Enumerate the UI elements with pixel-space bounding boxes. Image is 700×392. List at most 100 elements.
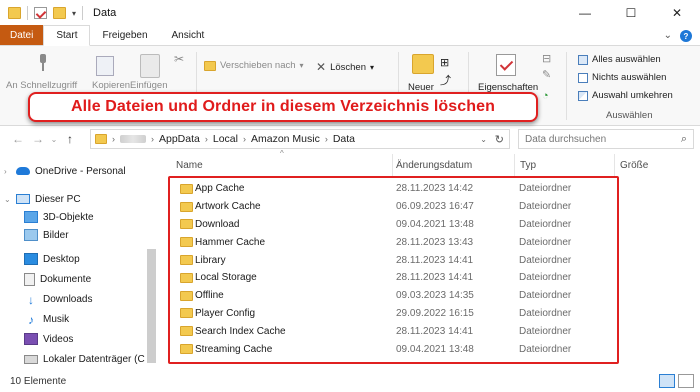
breadcrumb-segment[interactable]: Amazon Music <box>251 133 320 145</box>
address-bar[interactable]: › › AppData › Local › Amazon Music › Dat… <box>90 129 510 149</box>
nav-item-documents[interactable]: Dokumente <box>24 270 91 288</box>
breadcrumb-segment[interactable]: AppData <box>159 133 200 145</box>
blurred-user-segment <box>120 135 146 143</box>
chevron-down-icon[interactable]: ⌄ <box>4 195 16 204</box>
nav-scrollbar[interactable] <box>147 249 156 363</box>
nav-item-downloads[interactable]: ↓ Downloads <box>24 290 92 308</box>
column-divider[interactable] <box>514 154 515 176</box>
chevron-down-icon[interactable]: ⌄ <box>664 30 672 42</box>
nav-item-label: Dokumente <box>40 273 92 285</box>
new-item-icon[interactable]: ⊞ <box>440 56 449 69</box>
file-date: 29.09.2022 16:15 <box>396 307 474 319</box>
help-icon[interactable]: ? <box>680 30 692 42</box>
tab-file[interactable]: Datei <box>0 25 44 45</box>
delete-button[interactable]: ✕ Löschen ▾ <box>316 60 374 74</box>
chevron-down-icon[interactable]: ⌄ <box>480 135 487 144</box>
nav-item-local-drive[interactable]: Lokaler Datenträger (C <box>24 350 145 368</box>
maximize-button[interactable]: ☐ <box>608 0 654 26</box>
chevron-right-icon[interactable]: › <box>4 167 16 176</box>
recent-chevron-icon[interactable]: ⌄ <box>48 135 60 144</box>
file-name: Search Index Cache <box>195 325 286 337</box>
paste-button[interactable]: Einfügen <box>130 80 168 91</box>
file-name: Streaming Cache <box>195 343 273 355</box>
forward-arrow-icon[interactable]: → <box>28 132 48 146</box>
table-row[interactable]: Streaming Cache 09.04.2021 13:48 Dateior… <box>162 340 602 358</box>
folder-icon <box>180 237 193 248</box>
column-divider[interactable] <box>614 154 615 176</box>
nav-item-videos[interactable]: Videos <box>24 330 73 348</box>
tab-start[interactable]: Start <box>43 25 91 46</box>
nav-item-label: Bilder <box>43 229 69 241</box>
details-view-icon[interactable] <box>659 374 675 388</box>
file-date: 28.11.2023 14:41 <box>396 272 474 284</box>
scissors-icon[interactable]: ✂ <box>174 52 184 66</box>
edit-icon[interactable]: ✎ <box>542 68 551 81</box>
tab-view[interactable]: Ansicht <box>160 25 217 45</box>
select-none-label: Nichts auswählen <box>592 72 667 83</box>
column-header-name[interactable]: Name <box>176 156 203 174</box>
nav-item-3d-objects[interactable]: 3D-Objekte <box>24 208 94 226</box>
file-name: App Cache <box>195 183 245 195</box>
table-row[interactable]: Artwork Cache 06.09.2023 16:47 Dateiordn… <box>162 198 602 216</box>
pin-quick-access-button[interactable]: An Schnellzugriff <box>6 80 77 91</box>
select-none-icon <box>578 72 588 83</box>
music-icon: ♪ <box>28 313 34 327</box>
ribbon-right-controls: ⌄ ? <box>664 30 692 42</box>
divider <box>27 6 28 20</box>
nav-item-pictures[interactable]: Bilder <box>24 226 69 244</box>
table-row[interactable]: App Cache 28.11.2023 14:42 Dateiordner <box>162 180 602 198</box>
select-all-button[interactable]: Alles auswählen <box>578 54 661 65</box>
table-row[interactable]: Library 28.11.2023 14:41 Dateiordner <box>162 251 602 269</box>
invert-selection-button[interactable]: Auswahl umkehren <box>578 90 673 101</box>
refresh-icon[interactable]: ↻ <box>495 133 504 146</box>
table-row[interactable]: Offline 09.03.2023 14:35 Dateiordner <box>162 287 602 305</box>
breadcrumb-segment[interactable]: Local <box>213 133 238 145</box>
paste-icon <box>140 54 160 78</box>
breadcrumb-segment[interactable]: Data <box>333 133 355 145</box>
nav-item-desktop[interactable]: Desktop <box>24 250 80 268</box>
up-arrow-icon[interactable]: ↑ <box>60 132 80 146</box>
large-icons-view-icon[interactable] <box>678 374 694 388</box>
folder-icon[interactable] <box>8 7 21 19</box>
search-placeholder: Data durchsuchen <box>525 133 607 145</box>
column-header-size[interactable]: Größe <box>620 156 648 174</box>
folder-icon <box>180 344 193 355</box>
file-date: 28.11.2023 13:43 <box>396 236 474 248</box>
file-name: Artwork Cache <box>195 201 261 213</box>
column-header-type[interactable]: Typ <box>520 156 536 174</box>
move-to-button[interactable]: Verschieben nach ▾ <box>204 60 304 71</box>
nav-item-label: Dieser PC <box>35 193 81 205</box>
table-row[interactable]: Download 09.04.2021 13:48 Dateiordner <box>162 216 602 234</box>
folder-icon <box>180 272 193 283</box>
folder-icon <box>180 183 193 194</box>
documents-icon <box>24 272 35 286</box>
table-row[interactable]: Local Storage 28.11.2023 14:41 Dateiordn… <box>162 269 602 287</box>
chevron-right-icon: › <box>242 134 246 144</box>
quick-access-toolbar: ▾ <box>0 6 84 20</box>
nav-item-this-pc[interactable]: ⌄ Dieser PC <box>4 190 81 208</box>
divider <box>566 52 567 120</box>
history-icon[interactable]: ◔ <box>542 90 549 102</box>
copy-button[interactable]: Kopieren <box>92 80 130 91</box>
column-divider[interactable] <box>392 154 393 176</box>
select-all-label: Alles auswählen <box>592 54 661 65</box>
table-row[interactable]: Player Config 29.09.2022 16:15 Dateiordn… <box>162 305 602 323</box>
nav-item-onedrive[interactable]: › OneDrive - Personal <box>4 162 126 180</box>
new-folder-icon[interactable] <box>53 7 66 19</box>
search-input[interactable]: Data durchsuchen ⌕ <box>518 129 694 149</box>
column-header-date[interactable]: Änderungsdatum <box>396 156 472 174</box>
file-name: Offline <box>195 290 224 302</box>
file-list-pane: ^ Name Änderungsdatum Typ Größe App Cach… <box>162 149 700 370</box>
open-icon[interactable]: ⊟ <box>542 52 551 65</box>
table-row[interactable]: Search Index Cache 28.11.2023 14:41 Date… <box>162 322 602 340</box>
back-arrow-icon[interactable]: ← <box>8 132 28 146</box>
tab-share[interactable]: Freigeben <box>90 25 159 45</box>
easy-access-icon[interactable]: ⤴ <box>440 72 451 88</box>
select-none-button[interactable]: Nichts auswählen <box>578 72 666 83</box>
minimize-button[interactable]: — <box>562 0 608 26</box>
table-row[interactable]: Hammer Cache 28.11.2023 13:43 Dateiordne… <box>162 233 602 251</box>
properties-icon[interactable] <box>34 7 47 19</box>
chevron-down-icon[interactable]: ▾ <box>72 9 76 18</box>
close-button[interactable]: ✕ <box>654 0 700 26</box>
nav-item-music[interactable]: ♪ Musik <box>24 310 69 328</box>
